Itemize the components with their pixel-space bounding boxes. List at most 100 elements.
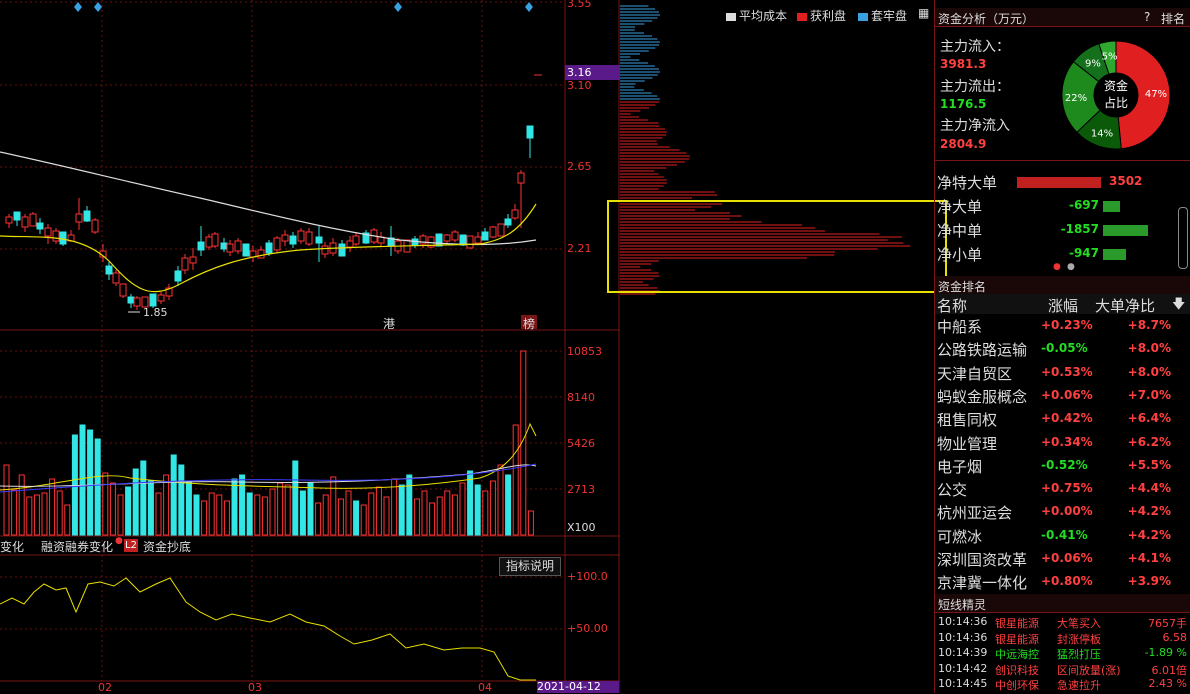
rank-change: +0.00%: [1041, 504, 1093, 519]
volume-bar: [315, 502, 322, 536]
legend-avg-cost: 平均成本: [726, 7, 787, 24]
rank-row[interactable]: 天津自贸区 +0.53% +8.0%: [935, 361, 1190, 384]
rank-change: +0.06%: [1041, 551, 1093, 565]
tab-margin-trading-change[interactable]: 融资融券变化: [41, 538, 113, 555]
volume-bar: [170, 454, 177, 536]
rank-row[interactable]: 中船系 +0.23% +8.7%: [935, 314, 1190, 337]
event-label-bang[interactable]: 榜: [521, 315, 537, 331]
order-size-value: -1857: [1060, 222, 1099, 236]
volume-bar: [11, 489, 18, 536]
col-ratio[interactable]: 大单净比: [1095, 295, 1155, 316]
scrollbar[interactable]: [1178, 207, 1188, 269]
volume-bar: [360, 504, 367, 536]
calendar-icon[interactable]: ▦: [918, 6, 929, 20]
shortline-row[interactable]: 10:14:39 中远海控 猛烈打压 -1.89 %: [935, 645, 1190, 661]
rank-ratio: +6.2%: [1127, 434, 1171, 449]
volume-bar: [94, 438, 101, 536]
candle-body: [105, 265, 113, 275]
rank-ratio: +4.4%: [1127, 481, 1171, 496]
rank-button[interactable]: 排名: [1161, 10, 1185, 27]
rank-ratio: +5.5%: [1127, 457, 1171, 472]
rank-row[interactable]: 可燃冰 -0.41% +4.2%: [935, 524, 1190, 547]
candle-body: [52, 230, 60, 242]
volume-bar: [56, 490, 63, 536]
shortline-header: 短线精灵: [935, 594, 1190, 613]
rank-row[interactable]: 物业管理 +0.34% +6.2%: [935, 431, 1190, 454]
month-label: 03: [248, 681, 262, 694]
candle-body: [13, 211, 21, 221]
rank-ratio: +8.0%: [1127, 364, 1171, 379]
col-name[interactable]: 名称: [937, 295, 967, 316]
rank-row[interactable]: 杭州亚运会 +0.00% +4.2%: [935, 500, 1190, 523]
candle-body: [181, 257, 189, 271]
indicator-help-button[interactable]: 指标说明: [499, 557, 561, 576]
candle-body: [459, 234, 467, 246]
volume-bar: [239, 474, 246, 536]
order-size-bar: [1103, 225, 1148, 236]
shortline-row[interactable]: 10:14:36 银星能源 大笔买入 7657手: [935, 614, 1190, 630]
candle-body: [234, 240, 242, 252]
candle-body: [157, 294, 165, 302]
signal-diamond: [94, 2, 102, 12]
rank-ratio: +3.9%: [1127, 574, 1171, 589]
page-dot-active-icon[interactable]: ●: [1053, 262, 1061, 272]
candle-body: [127, 296, 135, 304]
volume-bar: [505, 474, 512, 536]
candle-body: [174, 270, 182, 282]
tab-change[interactable]: 变化: [0, 538, 24, 555]
candle-body: [59, 231, 67, 245]
candle-body: [305, 231, 313, 245]
highlight-box: [607, 200, 947, 293]
main-net-inflow-value: 2804.9: [940, 137, 987, 151]
rank-row[interactable]: 深圳国资改革 +0.06% +4.1%: [935, 547, 1190, 570]
candle-body: [517, 172, 525, 184]
candle-body: [197, 241, 205, 251]
candle-body: [297, 230, 305, 242]
donut-center-label: 资金 占比: [1103, 79, 1128, 110]
volume-bar: [33, 494, 40, 536]
volume-bar: [451, 494, 458, 536]
col-change[interactable]: 涨幅: [1048, 295, 1078, 316]
candle-body: [226, 243, 234, 253]
volume-bar: [269, 488, 276, 536]
volume-bar: [489, 480, 496, 536]
rank-row[interactable]: 京津冀一体化 +0.80% +3.9%: [935, 570, 1190, 593]
rank-row[interactable]: 公交 +0.75% +4.4%: [935, 477, 1190, 500]
candle-body: [149, 293, 157, 307]
l2-badge[interactable]: L2: [124, 539, 138, 552]
shortline-row[interactable]: 10:14:36 银星能源 封涨停板 6.58: [935, 630, 1190, 646]
volume-bar: [87, 429, 94, 536]
volume-bar: [163, 474, 170, 536]
rank-row[interactable]: 公路铁路运输 -0.05% +8.0%: [935, 337, 1190, 360]
help-icon[interactable]: ?: [1144, 10, 1150, 24]
fund-analysis-header: 资金分析（万元） ? 排名: [935, 8, 1190, 27]
tab-fund-bottom-fishing[interactable]: 资金抄底: [143, 538, 191, 555]
indicator-axis-label: +100.0: [567, 570, 608, 583]
event-label-gang[interactable]: 港: [383, 315, 395, 332]
rank-change: +0.42%: [1041, 411, 1093, 426]
signal-diamonds: [74, 2, 533, 12]
ma-long-line: [0, 151, 537, 246]
rank-change: -0.41%: [1041, 527, 1088, 542]
shortline-row[interactable]: 10:14:45 中创环保 急速拉升 2.43 %: [935, 676, 1190, 692]
rank-row[interactable]: 租售同权 +0.42% +6.4%: [935, 407, 1190, 430]
shortline-row[interactable]: 10:14:42 创识科技 区间放量(涨) 6.01倍: [935, 661, 1190, 677]
order-size-value: -697: [1068, 198, 1099, 212]
volume-bar: [147, 480, 154, 536]
rank-name: 杭州亚运会: [937, 504, 1013, 523]
volume-bar: [330, 476, 337, 536]
page-dot-icon[interactable]: ●: [1067, 262, 1075, 272]
rank-row[interactable]: 电子烟 -0.52% +5.5%: [935, 454, 1190, 477]
donut-slice-label: 22%: [1065, 93, 1087, 104]
volume-bar: [246, 492, 253, 536]
rank-row[interactable]: 蚂蚁金服概念 +0.06% +7.0%: [935, 384, 1190, 407]
price-axis-label: 3.55: [567, 0, 592, 10]
signal-diamond: [394, 2, 402, 12]
volume-bar: [193, 494, 200, 536]
shortline-time: 10:14:36: [938, 615, 988, 628]
kline-chart-area[interactable]: [0, 0, 620, 693]
rank-change: +0.80%: [1041, 574, 1093, 589]
volume-bar: [421, 490, 428, 536]
volume-bar: [117, 494, 124, 536]
candle-body: [91, 219, 99, 233]
